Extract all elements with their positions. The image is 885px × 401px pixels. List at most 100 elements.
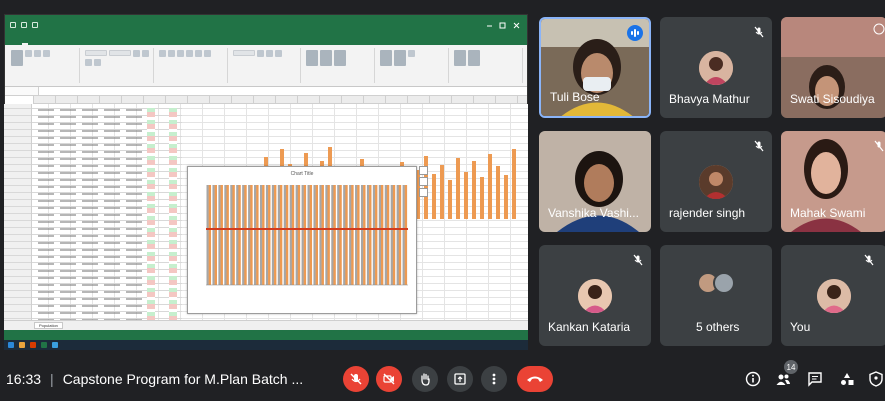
participant-name: rajender singh	[669, 206, 746, 220]
present-icon	[454, 373, 466, 385]
present-button[interactable]	[447, 366, 473, 392]
chart-bar-gray	[206, 185, 209, 285]
chart-bar-orange	[256, 185, 259, 285]
chart-bar-gray	[259, 185, 263, 285]
more-options-icon	[492, 373, 496, 385]
meeting-title: Capstone Program for M.Plan Batch ...	[62, 371, 304, 387]
activities-icon	[841, 373, 854, 385]
chart-bar-gray	[224, 185, 227, 285]
chart-bar-gray	[384, 185, 388, 285]
chart-bar-gray	[355, 185, 358, 285]
chart-object[interactable]: Chart Title	[187, 166, 417, 314]
chart-bar-orange	[339, 185, 342, 285]
avatar	[817, 279, 851, 314]
windows-taskbar	[4, 340, 528, 350]
chart-bar-gray	[372, 185, 376, 285]
participant-tile-rajender-singh[interactable]: rajender singh	[660, 131, 772, 232]
participant-tile-others[interactable]: 5 others	[660, 245, 772, 346]
sheet-tab[interactable]: Population	[34, 322, 63, 329]
background-bar	[464, 172, 468, 219]
participant-tile-swati-sisoudiya[interactable]: Swati Sisoudiya	[781, 17, 885, 118]
more-icon[interactable]	[873, 23, 885, 35]
chart-bar-gray	[248, 185, 251, 285]
chart-bar-orange	[297, 185, 301, 285]
chart-bar-gray	[295, 185, 298, 285]
participant-tile-bhavya-mathur[interactable]: Bhavya Mathur	[660, 17, 772, 118]
chart-bar-gray	[343, 185, 346, 285]
chart-bar-orange	[386, 185, 390, 285]
chart-bar-gray	[331, 185, 334, 285]
chart-bar-orange	[321, 185, 324, 285]
chart-tools[interactable]	[419, 166, 429, 204]
participant-name: You	[790, 320, 811, 334]
chart-bar-gray	[337, 185, 340, 285]
mic-off-icon	[754, 26, 764, 38]
chart-plot	[206, 185, 408, 286]
participant-name: 5 others	[696, 320, 740, 334]
mic-toggle-button[interactable]	[343, 366, 369, 392]
background-bar	[504, 175, 508, 219]
participant-name: Mahak Swami	[790, 206, 866, 220]
chart-bar-gray	[319, 185, 322, 285]
raise-hand-button[interactable]	[412, 366, 438, 392]
end-call-button[interactable]	[517, 366, 553, 392]
chart-bar-gray	[218, 185, 221, 285]
chart-bar-orange	[232, 185, 235, 285]
mic-off-icon	[350, 373, 362, 385]
chart-bar-orange	[303, 185, 307, 285]
participant-name: Kankan Kataria	[548, 320, 631, 334]
avatar	[699, 165, 733, 200]
speaking-indicator-icon	[627, 25, 643, 41]
chart-bar-orange	[345, 185, 348, 285]
camera-off-icon	[383, 373, 395, 385]
chart-bar-orange	[363, 185, 366, 285]
mic-off-icon	[633, 254, 643, 266]
participant-tile-mahak-swami[interactable]: Mahak Swami	[781, 131, 885, 232]
background-bar	[512, 149, 516, 219]
participant-tile-vanshika[interactable]: Vanshika Vashi...	[539, 131, 651, 232]
chat-button[interactable]	[806, 370, 824, 388]
chart-bar-orange	[220, 185, 223, 285]
background-bar	[448, 180, 452, 219]
avatar	[713, 272, 735, 294]
chart-bar-gray	[307, 185, 310, 285]
chart-bar-gray	[378, 185, 382, 285]
meeting-details-button[interactable]	[744, 370, 762, 388]
chart-bar-gray	[366, 185, 370, 285]
chart-bar-gray	[277, 185, 281, 285]
spreadsheet-area: Chart Title Population	[4, 14, 528, 350]
participant-tile-kankan-kataria[interactable]: Kankan Kataria	[539, 245, 651, 346]
chart-bar-gray	[301, 185, 304, 285]
host-controls-button[interactable]	[869, 370, 883, 388]
chart-bar-orange	[244, 185, 247, 285]
camera-toggle-button[interactable]	[376, 366, 402, 392]
chart-bar-gray	[396, 185, 399, 285]
chart-bar-orange	[285, 185, 289, 285]
chart-bar-orange	[238, 185, 241, 285]
chart-bar-gray	[402, 185, 405, 285]
mic-off-icon	[864, 254, 874, 266]
chart-bar-gray	[242, 185, 245, 285]
chart-bar-gray	[230, 185, 233, 285]
participant-tile-tuli-bose[interactable]: Tuli Bose	[539, 17, 651, 118]
chart-bar-orange	[274, 185, 277, 285]
chart-bar-gray	[390, 185, 394, 285]
mic-off-icon	[874, 140, 884, 152]
host-controls-icon	[869, 371, 883, 387]
participant-name: Vanshika Vashi...	[548, 206, 639, 220]
activities-button[interactable]	[838, 370, 856, 388]
chart-bar-orange	[250, 185, 253, 285]
background-bar	[480, 177, 484, 219]
avatar	[699, 51, 733, 86]
chart-bar-orange	[369, 185, 372, 285]
end-call-icon	[527, 376, 543, 382]
people-count-badge: 14	[784, 360, 798, 374]
chart-bar-gray	[212, 185, 215, 285]
chart-bar-gray	[283, 185, 287, 285]
more-options-button[interactable]	[481, 366, 507, 392]
raise-hand-icon	[421, 373, 430, 386]
excel-status-bar	[4, 330, 528, 340]
chart-bar-gray	[265, 185, 269, 285]
participant-tile-you[interactable]: You	[781, 245, 885, 346]
chart-bar-orange	[333, 185, 336, 285]
